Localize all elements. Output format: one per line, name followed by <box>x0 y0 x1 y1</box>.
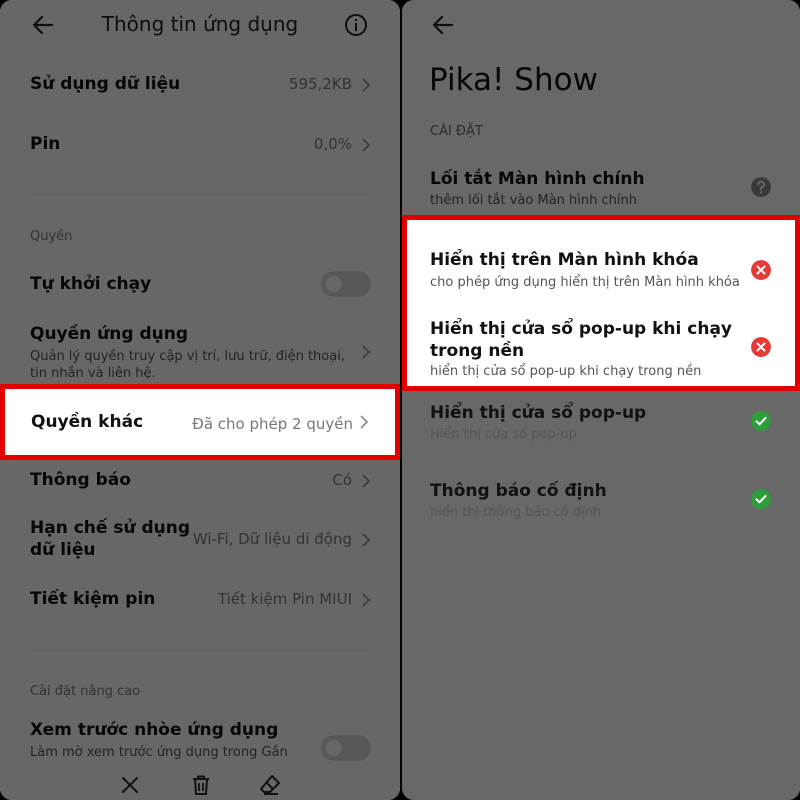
advanced-section-header: Cài đặt nâng cao <box>30 684 141 699</box>
permission-item-persistent-notification[interactable]: Thông báo cố định hiển thị thông báo cố … <box>402 472 800 526</box>
blur-preview-label: Xem trước nhòe ứng dụng <box>30 720 279 740</box>
chevron-right-icon <box>360 415 369 429</box>
item-title: Lối tắt Màn hình chính <box>430 169 645 189</box>
item-subtitle: hiển thị thông báo cố định <box>430 505 602 520</box>
app-info-panel: Thông tin ứng dụng Sử dụng dữ liệu 595,2… <box>0 0 400 800</box>
highlighted-permissions-box: Hiển thị trên Màn hình khóa cho phép ứng… <box>402 215 800 391</box>
item-title: Thông báo cố định <box>430 481 607 501</box>
info-icon[interactable] <box>344 13 368 37</box>
permissions-section-header: Quyền <box>30 229 73 244</box>
toggle-knob <box>326 276 342 292</box>
trash-icon[interactable] <box>189 773 213 797</box>
autostart-label: Tự khởi chạy <box>30 274 152 294</box>
blur-preview-description: Làm mờ xem trước ứng dụng trong Gần <box>30 745 288 760</box>
other-permissions-label: Quyền khác <box>31 412 144 432</box>
denied-x-icon <box>751 260 771 280</box>
item-subtitle: Hiển thị cửa sổ pop-up <box>430 427 577 442</box>
item-subtitle: hiển thị cửa sổ pop-up khi chạy trong nề… <box>430 364 702 379</box>
toggle-knob <box>326 740 342 756</box>
item-title: Hiển thị cửa sổ pop-up khi chạy trong nề… <box>430 319 733 361</box>
bottom-action-bar <box>0 765 400 800</box>
page-title: Thông tin ứng dụng <box>101 12 299 36</box>
other-permissions-value: Đã cho phép 2 quyền <box>192 415 353 433</box>
screenshot-stage: Thông tin ứng dụng Sử dụng dữ liệu 595,2… <box>0 0 800 800</box>
other-permissions-panel: Pika! Show CÀI ĐẶT Lối tắt Màn hình chín… <box>402 0 800 800</box>
battery-row[interactable] <box>20 122 380 166</box>
app-name-title: Pika! Show <box>429 62 598 98</box>
close-icon[interactable] <box>118 773 142 797</box>
divider <box>30 650 370 651</box>
eraser-icon[interactable] <box>258 773 282 797</box>
autostart-toggle[interactable] <box>321 271 371 297</box>
permission-item-home-shortcut[interactable]: Lối tắt Màn hình chính thêm lối tắt vào … <box>402 160 800 214</box>
data-usage-row[interactable] <box>20 62 380 106</box>
app-permissions-row[interactable] <box>20 318 380 384</box>
check-icon <box>751 411 771 431</box>
notifications-row[interactable] <box>20 460 380 502</box>
blur-preview-toggle[interactable] <box>321 735 371 761</box>
permission-item-popup[interactable]: Hiển thị cửa sổ pop-up Hiển thị cửa sổ p… <box>402 394 800 448</box>
back-arrow-icon[interactable] <box>430 12 456 38</box>
question-icon <box>751 177 771 197</box>
item-title: Hiển thị cửa sổ pop-up <box>430 403 647 423</box>
item-title: Hiển thị trên Màn hình khóa <box>430 250 699 270</box>
item-subtitle: cho phép ứng dụng hiển thị trên Màn hình… <box>430 275 740 290</box>
battery-saver-row[interactable] <box>20 578 380 620</box>
permission-item-lockscreen[interactable]: Hiển thị trên Màn hình khóa cho phép ứng… <box>407 244 795 296</box>
restrict-data-row[interactable] <box>20 510 380 570</box>
permission-item-background-popup[interactable]: Hiển thị cửa sổ pop-up khi chạy trong nề… <box>407 312 795 387</box>
divider <box>30 194 370 195</box>
other-permissions-row[interactable]: Quyền khác Đã cho phép 2 quyền <box>0 384 400 460</box>
check-icon <box>751 489 771 509</box>
settings-section-header: CÀI ĐẶT <box>430 124 483 139</box>
item-subtitle: thêm lối tắt vào Màn hình chính <box>430 193 637 208</box>
denied-x-icon <box>751 337 771 357</box>
